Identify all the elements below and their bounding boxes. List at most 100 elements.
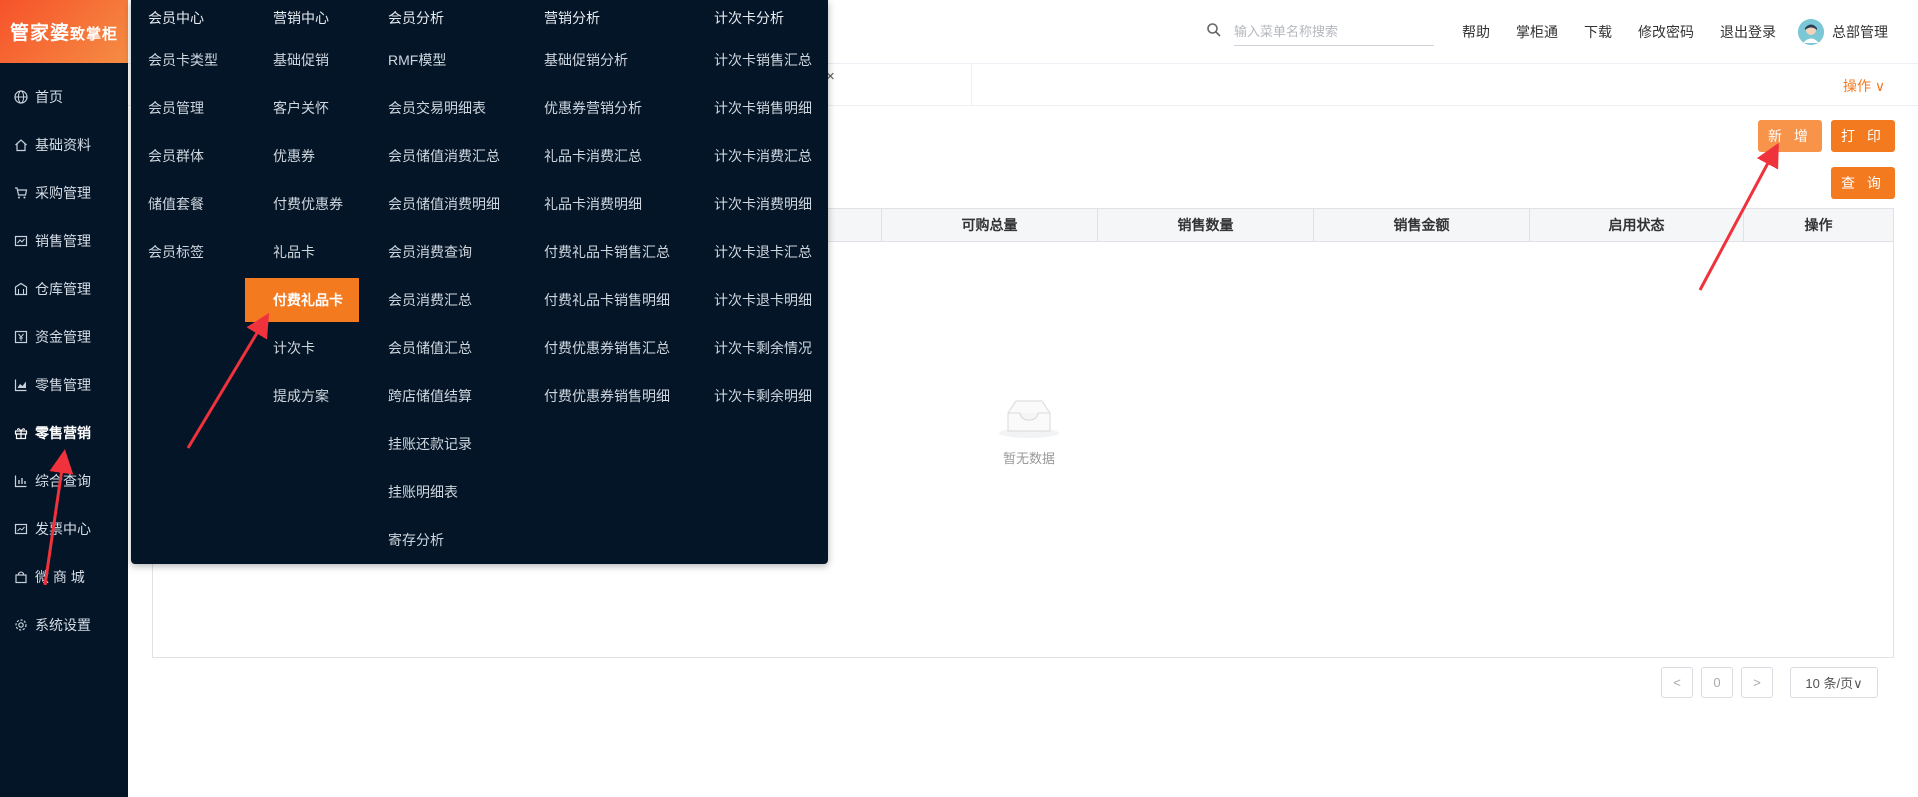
search-icon: [1207, 23, 1221, 37]
logo: 管家婆致掌柜: [0, 0, 128, 63]
sidebar-item-label: 采购管理: [35, 185, 91, 201]
prev-page-button[interactable]: <: [1661, 667, 1693, 698]
mega-menu-item[interactable]: 计次卡退卡明细: [714, 290, 812, 310]
operations-dropdown[interactable]: 操作 ∨: [1843, 76, 1885, 96]
mega-menu-column-title: 营销中心: [273, 10, 329, 26]
mega-menu-item[interactable]: 计次卡剩余情况: [714, 338, 812, 358]
money-icon: [13, 329, 29, 345]
mega-menu: 会员中心 会员卡类型 会员管理 会员群体 储值套餐 会员标签 营销中心 基础促销 客户关怀 优惠券…: [131, 0, 828, 564]
add-button[interactable]: 新 增: [1758, 120, 1822, 152]
sidebar-item[interactable]: 零售管理: [0, 361, 128, 409]
next-page-button[interactable]: >: [1741, 667, 1773, 698]
header-links: 帮助 掌柜通 下载 修改密码 退出登录: [1462, 22, 1802, 42]
mega-menu-item[interactable]: 会员消费汇总: [388, 290, 472, 310]
column-header[interactable]: 启用状态: [1529, 209, 1743, 241]
user-avatar-icon: [1798, 19, 1824, 45]
sidebar-item[interactable]: 发票中心: [0, 505, 128, 553]
sidebar-item[interactable]: 零售营销: [0, 409, 128, 457]
sidebar-item-label: 综合查询: [35, 473, 91, 489]
mega-menu-item[interactable]: 付费礼品卡: [245, 278, 359, 322]
sidebar-item-label: 零售管理: [35, 377, 91, 393]
gift-icon: [13, 425, 29, 441]
empty-text: 暂无数据: [1002, 451, 1055, 466]
help-link[interactable]: 帮助: [1462, 22, 1490, 42]
mega-menu-item[interactable]: 礼品卡消费明细: [544, 194, 642, 214]
sidebar-item[interactable]: 采购管理: [0, 169, 128, 217]
empty-state: 暂无数据: [989, 393, 1069, 467]
logout-link[interactable]: 退出登录: [1720, 22, 1776, 42]
sidebar-item[interactable]: 基础资料: [0, 121, 128, 169]
mega-menu-item[interactable]: 会员标签: [148, 242, 204, 262]
sidebar-item[interactable]: 销售管理: [0, 217, 128, 265]
mega-menu-item[interactable]: 付费优惠券销售明细: [544, 386, 670, 406]
sidebar: 管家婆致掌柜 首页基础资料采购管理销售管理仓库管理资金管理零售管理零售营销综合查…: [0, 0, 128, 797]
page-number[interactable]: 0: [1701, 667, 1733, 698]
sidebar-item[interactable]: 首页: [0, 73, 128, 121]
mega-menu-item[interactable]: 计次卡消费汇总: [714, 146, 812, 166]
menu-search: [1206, 18, 1438, 46]
sidebar-item[interactable]: 系统设置: [0, 601, 128, 649]
chart-icon: [13, 377, 29, 393]
empty-inbox-icon: [999, 400, 1059, 438]
mega-menu-item[interactable]: 付费优惠券: [273, 194, 343, 214]
column-header[interactable]: 销售金额: [1313, 209, 1529, 241]
column-header[interactable]: 可购总量: [881, 209, 1097, 241]
mega-menu-item[interactable]: 计次卡剩余明细: [714, 386, 812, 406]
download-link[interactable]: 下载: [1584, 22, 1612, 42]
mega-menu-item[interactable]: 基础促销分析: [544, 50, 628, 70]
mega-menu-item[interactable]: 挂账还款记录: [388, 434, 472, 454]
user-menu[interactable]: 总部管理: [1798, 19, 1888, 45]
mega-menu-item[interactable]: 计次卡退卡汇总: [714, 242, 812, 262]
mega-menu-item[interactable]: 会员储值汇总: [388, 338, 472, 358]
sidebar-item[interactable]: 综合查询: [0, 457, 128, 505]
mega-menu-item[interactable]: 跨店储值结算: [388, 386, 472, 406]
mega-menu-item[interactable]: 寄存分析: [388, 530, 444, 550]
query-button[interactable]: 查 询: [1831, 167, 1895, 199]
mega-menu-item[interactable]: 会员群体: [148, 146, 204, 166]
mega-menu-item[interactable]: 会员卡类型: [148, 50, 218, 70]
mega-menu-item[interactable]: 优惠券: [273, 146, 315, 166]
mega-menu-item[interactable]: 计次卡销售明细: [714, 98, 812, 118]
mega-menu-column-title: 计次卡分析: [714, 10, 784, 26]
mega-menu-item[interactable]: 礼品卡: [273, 242, 315, 262]
sidebar-item-label: 仓库管理: [35, 281, 91, 297]
mega-menu-item[interactable]: 客户关怀: [273, 98, 329, 118]
mega-menu-item[interactable]: 会员管理: [148, 98, 204, 118]
mega-menu-item[interactable]: 付费礼品卡销售汇总: [544, 242, 670, 262]
sidebar-item[interactable]: 微 商 城: [0, 553, 128, 601]
column-header[interactable]: 销售数量: [1097, 209, 1313, 241]
column-header: 操作: [1743, 209, 1893, 241]
change-password-link[interactable]: 修改密码: [1638, 22, 1694, 42]
mega-menu-item[interactable]: 会员消费查询: [388, 242, 472, 262]
zhangguitong-link[interactable]: 掌柜通: [1516, 22, 1558, 42]
mega-menu-column-title: 会员中心: [148, 10, 204, 26]
mega-menu-item[interactable]: 付费优惠券销售汇总: [544, 338, 670, 358]
mega-menu-item[interactable]: 会员储值消费明细: [388, 194, 500, 214]
menu-search-input[interactable]: [1234, 18, 1434, 46]
sidebar-item-label: 销售管理: [35, 233, 91, 249]
mega-menu-item[interactable]: 计次卡消费明细: [714, 194, 812, 214]
mega-menu-item[interactable]: 付费礼品卡销售明细: [544, 290, 670, 310]
sidebar-item-label: 发票中心: [35, 521, 91, 537]
mega-menu-item[interactable]: RMF模型: [388, 50, 446, 70]
print-button[interactable]: 打 印: [1831, 120, 1895, 152]
sidebar-item[interactable]: 仓库管理: [0, 265, 128, 313]
mega-menu-item[interactable]: 提成方案: [273, 386, 329, 406]
tab[interactable]: ×: [826, 64, 972, 106]
mega-menu-item[interactable]: 挂账明细表: [388, 482, 458, 502]
mega-menu-item[interactable]: 优惠券营销分析: [544, 98, 642, 118]
page-size-select[interactable]: 10 条/页∨: [1790, 667, 1878, 698]
mega-menu-item[interactable]: 计次卡销售汇总: [714, 50, 812, 70]
mega-menu-item[interactable]: 会员交易明细表: [388, 98, 486, 118]
sidebar-item[interactable]: 资金管理: [0, 313, 128, 361]
sales-icon: [13, 233, 29, 249]
mega-menu-column-title: 会员分析: [388, 10, 444, 26]
mega-menu-item[interactable]: 会员储值消费汇总: [388, 146, 500, 166]
mega-menu-item[interactable]: 计次卡: [273, 338, 315, 358]
mega-menu-item[interactable]: 储值套餐: [148, 194, 204, 214]
sidebar-item-label: 基础资料: [35, 137, 91, 153]
cart-icon: [13, 185, 29, 201]
mega-menu-item[interactable]: 基础促销: [273, 50, 329, 70]
invoice-icon: [13, 521, 29, 537]
mega-menu-item[interactable]: 礼品卡消费汇总: [544, 146, 642, 166]
